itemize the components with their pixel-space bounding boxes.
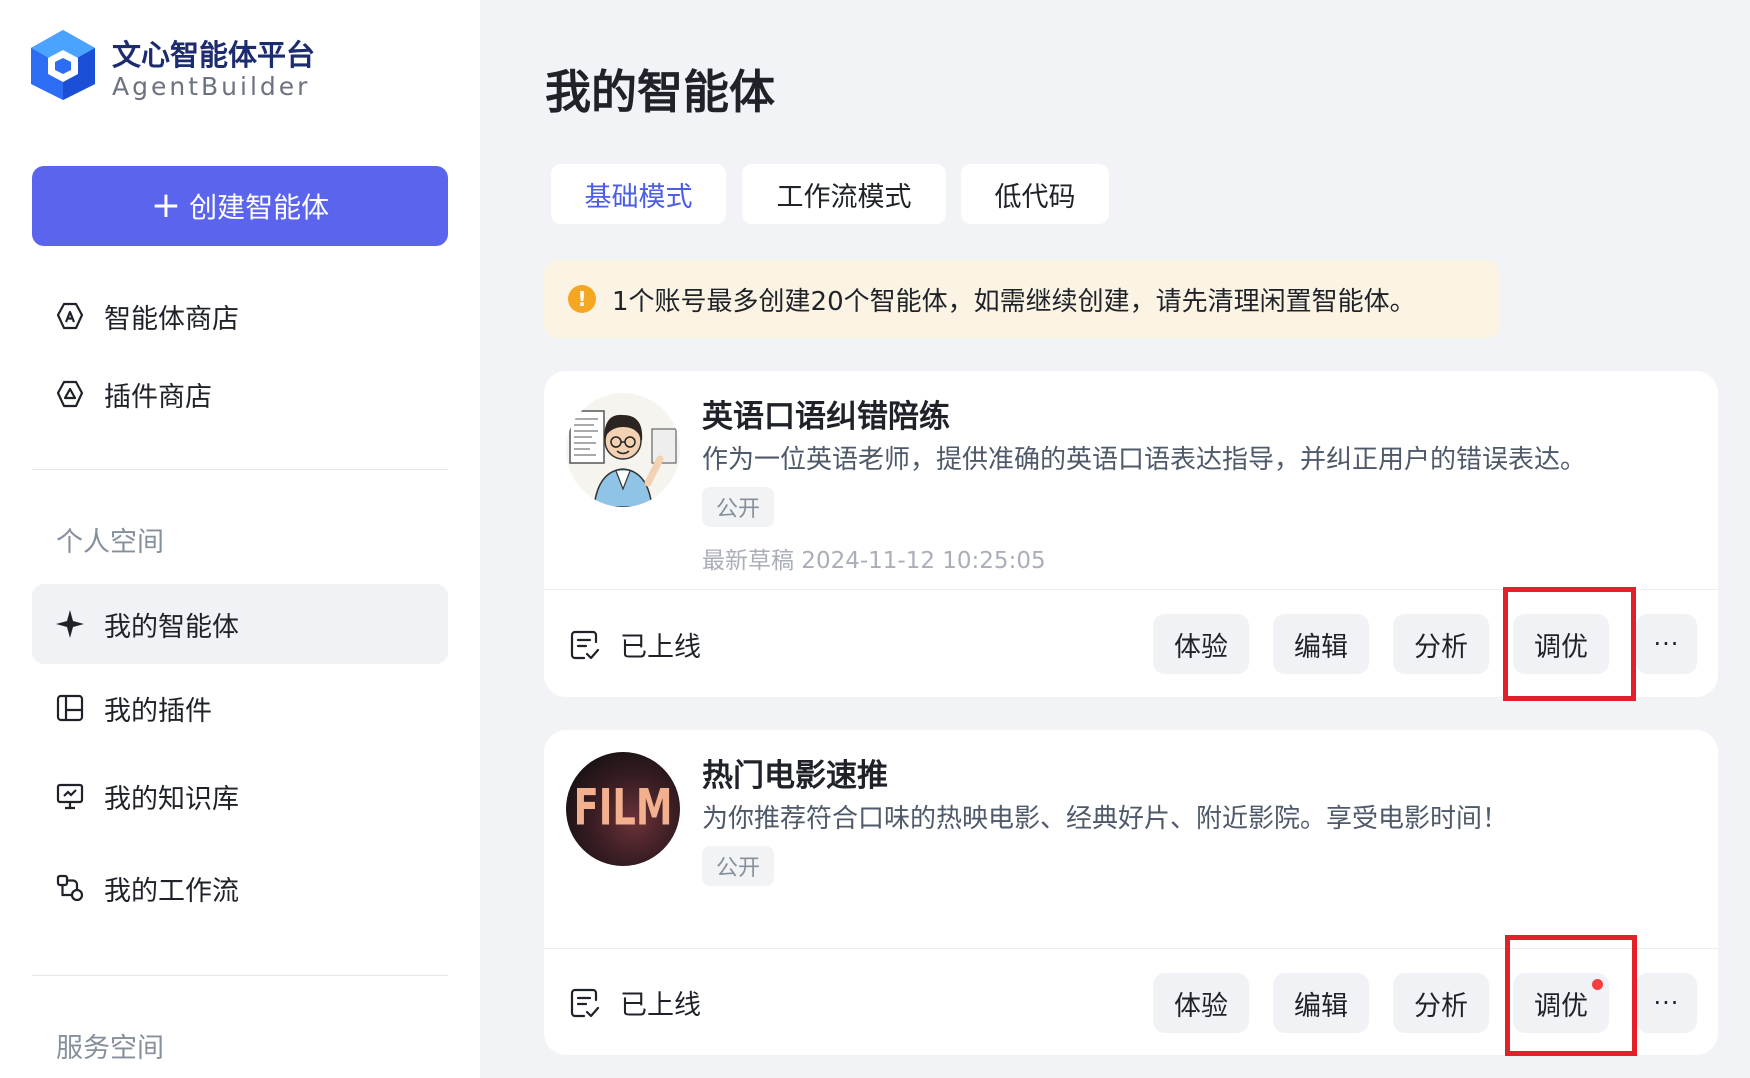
agent-card[interactable]: FILM 热门电影速推 为你推荐符合口味的热映电影、经典好片、附近影院。享受电影… [544, 730, 1718, 1055]
tab-workflow-mode[interactable]: 工作流模式 [742, 164, 946, 224]
sidebar-item-label: 我的智能体 [104, 611, 239, 643]
try-button[interactable]: 体验 [1153, 973, 1249, 1033]
logo-icon [31, 30, 95, 100]
teacher-avatar [566, 393, 680, 507]
sidebar-item-my-agents[interactable]: 我的智能体 [32, 584, 448, 664]
more-button[interactable]: ··· [1636, 614, 1697, 674]
notice-banner: ! 1个账号最多创建20个智能体，如需继续创建，请先清理闲置智能体。 [544, 260, 1500, 338]
agent-name[interactable]: 英语口语纠错陪练 [702, 391, 950, 436]
plus-icon: + [150, 185, 182, 226]
edit-button[interactable]: 编辑 [1273, 973, 1369, 1033]
page-title: 我的智能体 [545, 65, 775, 119]
card-divider [544, 948, 1718, 949]
more-button[interactable]: ··· [1636, 973, 1697, 1033]
store-icon [54, 300, 86, 332]
sidebar-divider [32, 469, 448, 470]
notification-dot [1592, 979, 1603, 990]
brand-subtitle: AgentBuilder [112, 72, 311, 101]
visibility-badge: 公开 [702, 487, 775, 527]
sparkle-icon [54, 608, 86, 640]
agent-description: 为你推荐符合口味的热映电影、经典好片、附近影院。享受电影时间！ [702, 804, 1509, 834]
optimize-button[interactable]: 调优 [1513, 614, 1609, 674]
create-agent-button[interactable]: + 创建智能体 [32, 166, 448, 246]
workflow-icon [54, 872, 86, 904]
plugin-icon [54, 692, 86, 724]
sidebar-item-my-plugins[interactable]: 我的插件 [32, 668, 448, 748]
section-label-personal: 个人空间 [56, 527, 164, 558]
tab-basic-mode[interactable]: 基础模式 [551, 164, 726, 224]
status-text: 已上线 [620, 990, 701, 1021]
card-divider [544, 589, 1718, 590]
sidebar-item-label: 智能体商店 [104, 303, 239, 335]
sidebar-item-label: 我的插件 [104, 695, 212, 727]
analyze-button[interactable]: 分析 [1393, 973, 1489, 1033]
tab-low-code[interactable]: 低代码 [961, 164, 1109, 224]
sidebar-item-label: 插件商店 [104, 381, 212, 413]
sidebar-item-plugin-store[interactable]: 插件商店 [32, 354, 448, 434]
status-indicator: 已上线 [568, 625, 701, 664]
sidebar-item-agent-store[interactable]: 智能体商店 [32, 276, 448, 356]
section-label-service: 服务空间 [56, 1033, 164, 1064]
sidebar-divider [32, 975, 448, 976]
published-icon [568, 986, 602, 1020]
status-text: 已上线 [620, 632, 701, 663]
analyze-button[interactable]: 分析 [1393, 614, 1489, 674]
optimize-label: 调优 [1534, 990, 1588, 1022]
agent-name[interactable]: 热门电影速推 [702, 750, 888, 795]
published-icon [568, 628, 602, 662]
optimize-button[interactable]: 调优 [1513, 973, 1609, 1033]
agent-description: 作为一位英语老师，提供准确的英语口语表达指导，并纠正用户的错误表达。 [702, 445, 1587, 475]
sidebar-item-my-knowledge[interactable]: 我的知识库 [32, 756, 448, 836]
edit-button[interactable]: 编辑 [1273, 614, 1369, 674]
film-avatar: FILM [566, 752, 680, 866]
plugin-store-icon [54, 378, 86, 410]
monitor-icon [54, 780, 86, 812]
sidebar-item-label: 我的工作流 [104, 875, 239, 907]
film-avatar-text: FILM [574, 779, 673, 837]
try-button[interactable]: 体验 [1153, 614, 1249, 674]
warning-icon: ! [568, 285, 596, 313]
status-indicator: 已上线 [568, 983, 701, 1022]
create-agent-label: 创建智能体 [189, 191, 330, 224]
agent-card[interactable]: 英语口语纠错陪练 作为一位英语老师，提供准确的英语口语表达指导，并纠正用户的错误… [544, 371, 1718, 697]
sidebar-item-my-workflows[interactable]: 我的工作流 [32, 848, 448, 928]
draft-timestamp: 最新草稿 2024-11-12 10:25:05 [702, 548, 1046, 574]
sidebar-item-label: 我的知识库 [104, 783, 239, 815]
visibility-badge: 公开 [702, 846, 775, 886]
notice-text: 1个账号最多创建20个智能体，如需继续创建，请先清理闲置智能体。 [612, 286, 1416, 317]
sidebar: 文心智能体平台 AgentBuilder + 创建智能体 智能体商店 插件商店 … [0, 0, 480, 1078]
brand-title: 文心智能体平台 [112, 38, 316, 72]
